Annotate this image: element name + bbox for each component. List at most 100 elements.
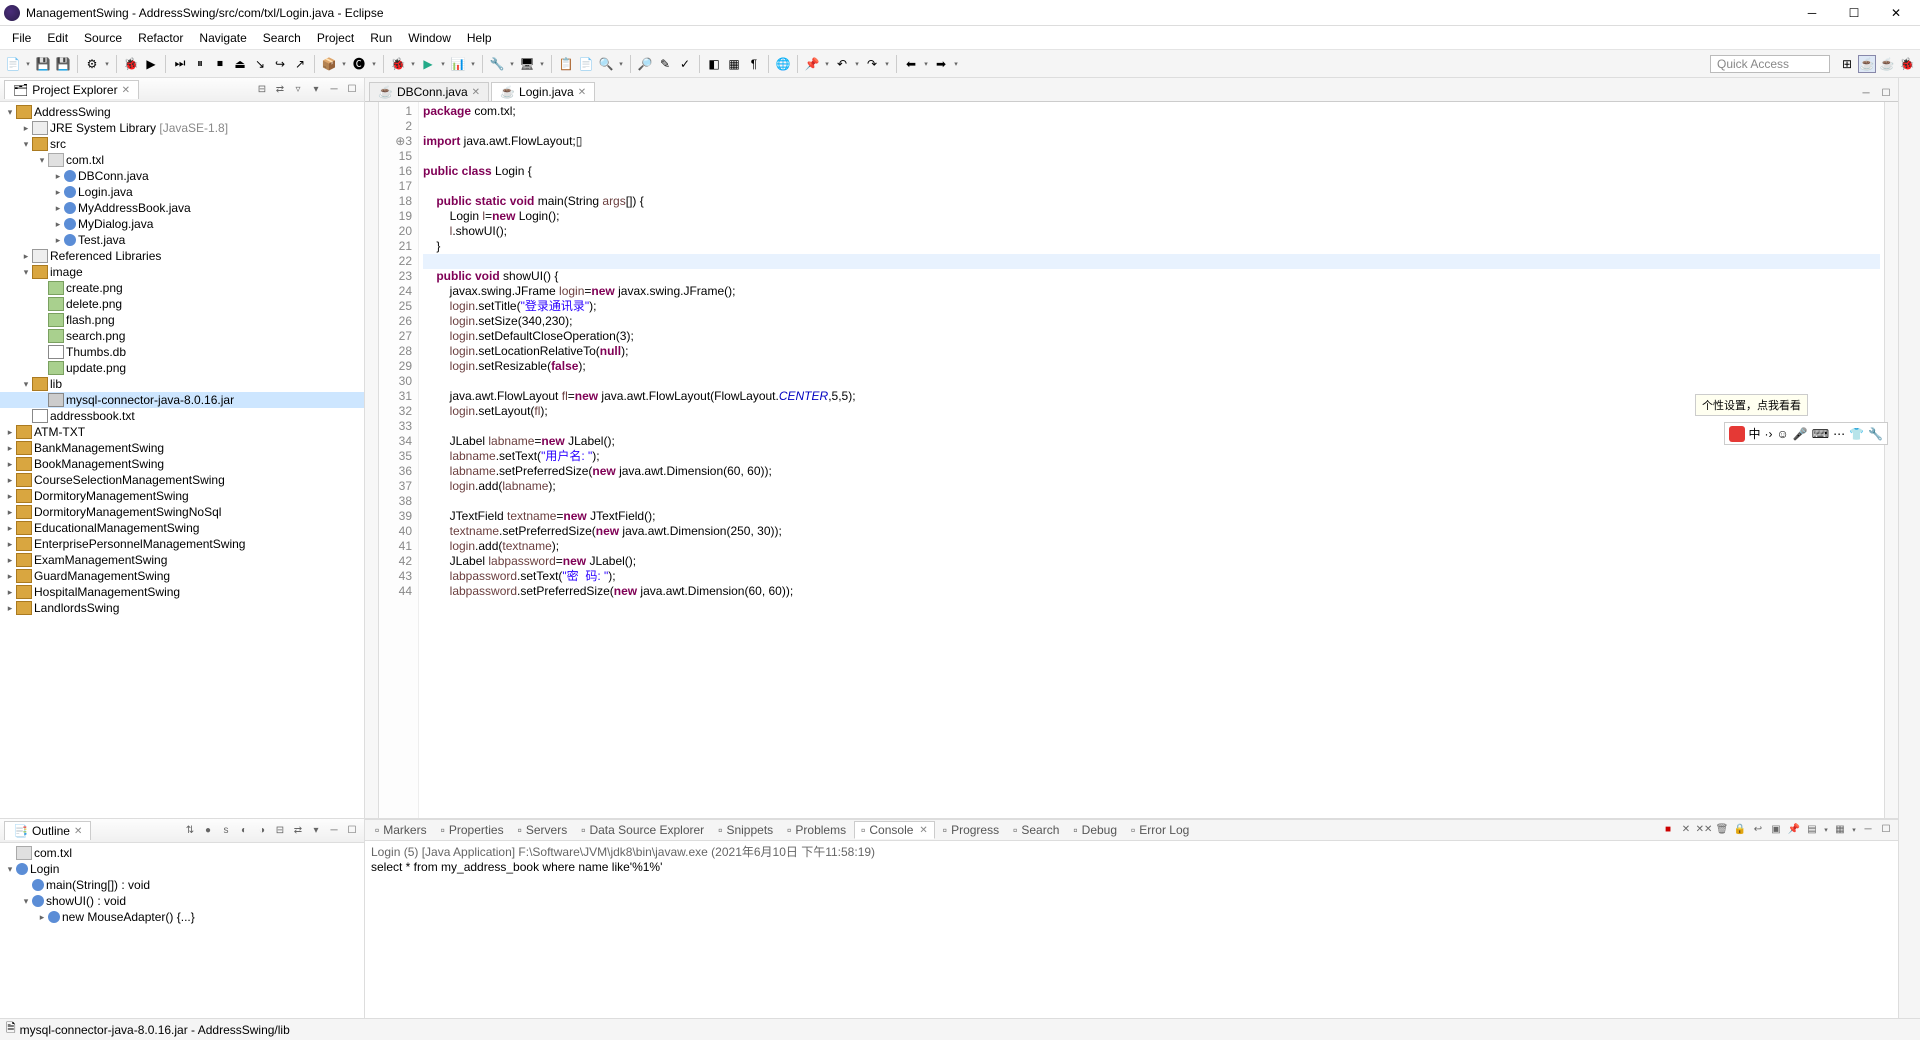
toggle-whitespace-icon[interactable]: ¶ xyxy=(745,55,763,73)
twist-icon[interactable]: ▸ xyxy=(52,187,64,198)
code-line[interactable]: public static void main(String args[]) { xyxy=(423,194,1880,209)
save-icon[interactable]: 💾 xyxy=(34,55,52,73)
code-line[interactable]: l.showUI(); xyxy=(423,224,1880,239)
code-line[interactable]: login.setResizable(false); xyxy=(423,359,1880,374)
twist-icon[interactable]: ▾ xyxy=(4,107,16,118)
tree-item[interactable]: ▸new MouseAdapter() {...} xyxy=(0,909,364,925)
project-explorer-tab[interactable]: 🗂 Project Explorer ✕ xyxy=(4,80,139,99)
editor-body[interactable]: 12⊕3151617181920212223242526272829303132… xyxy=(365,102,1898,818)
code-line[interactable]: login.setLayout(fl); xyxy=(423,404,1880,419)
twist-icon[interactable]: ▸ xyxy=(52,219,64,230)
editor-tab[interactable]: ☕DBConn.java✕ xyxy=(369,82,489,101)
twist-icon[interactable]: ▸ xyxy=(4,555,16,566)
step-return-icon[interactable]: ↗ xyxy=(291,55,309,73)
min-console-icon[interactable]: ─ xyxy=(1860,821,1876,837)
tree-item[interactable]: ▸JRE System Library [JavaSE-1.8] xyxy=(0,120,364,136)
new-xml-icon[interactable]: 📋 xyxy=(557,55,575,73)
maximize-outline-icon[interactable]: ☐ xyxy=(344,823,360,839)
debug-perspective-icon[interactable]: 🐞 xyxy=(1898,55,1916,73)
max-console-icon[interactable]: ☐ xyxy=(1878,821,1894,837)
view-menu-icon[interactable]: ▾ xyxy=(308,82,324,98)
tree-item[interactable]: ▸EnterprisePersonnelManagementSwing xyxy=(0,536,364,552)
menu-file[interactable]: File xyxy=(4,29,39,47)
suspend-icon[interactable]: ⏸ xyxy=(191,55,209,73)
outline-tree[interactable]: com.txl▾Loginmain(String[]) : void▾showU… xyxy=(0,843,364,1018)
twist-icon[interactable]: ▸ xyxy=(4,459,16,470)
twist-icon[interactable]: ▸ xyxy=(4,475,16,486)
menu-search[interactable]: Search xyxy=(255,29,309,47)
new-server-icon[interactable]: 🖥 xyxy=(518,55,536,73)
console-body[interactable]: Login (5) [Java Application] F:\Software… xyxy=(365,841,1898,1018)
close-view-icon[interactable]: ✕ xyxy=(122,85,130,96)
code-line[interactable]: public void showUI() { xyxy=(423,269,1880,284)
code-line[interactable]: java.awt.FlowLayout fl=new java.awt.Flow… xyxy=(423,389,1880,404)
tree-item[interactable]: ▾AddressSwing xyxy=(0,104,364,120)
search-icon[interactable]: 🔎 xyxy=(636,55,654,73)
ime-more-icon[interactable]: ⋯ xyxy=(1833,427,1845,441)
tree-item[interactable]: ▸MyDialog.java xyxy=(0,216,364,232)
code-line[interactable] xyxy=(423,419,1880,434)
java-perspective-icon[interactable]: ☕ xyxy=(1878,55,1896,73)
twist-icon[interactable]: ▾ xyxy=(36,155,48,166)
code-line[interactable]: public class Login { xyxy=(423,164,1880,179)
word-wrap-icon[interactable]: ↩ xyxy=(1750,821,1766,837)
java-ee-perspective-icon[interactable]: ☕ xyxy=(1858,55,1876,73)
twist-icon[interactable]: ▸ xyxy=(20,251,32,262)
menu-edit[interactable]: Edit xyxy=(39,29,76,47)
code-line[interactable]: JTextField textname=new JTextField(); xyxy=(423,509,1880,524)
tree-item[interactable]: ▸DormitoryManagementSwing xyxy=(0,488,364,504)
close-view-icon[interactable]: ✕ xyxy=(919,825,927,836)
tree-item[interactable]: update.png xyxy=(0,360,364,376)
code-line[interactable] xyxy=(423,119,1880,134)
annotate-icon[interactable]: ✎ xyxy=(656,55,674,73)
remove-launch-icon[interactable]: ✕ xyxy=(1678,821,1694,837)
code-line[interactable]: login.setSize(340,230); xyxy=(423,314,1880,329)
ime-toolbar[interactable]: 中 ·› ☺ 🎤 ⌨ ⋯ 👕 🔧 xyxy=(1724,422,1888,445)
next-edit-icon[interactable]: ↷ xyxy=(863,55,881,73)
prev-edit-icon[interactable]: ↶ xyxy=(833,55,851,73)
code-line[interactable]: JLabel labpassword=new JLabel(); xyxy=(423,554,1880,569)
menu-run[interactable]: Run xyxy=(362,29,400,47)
tree-item[interactable]: main(String[]) : void xyxy=(0,877,364,893)
view-tab-problems[interactable]: ▫Problems xyxy=(781,822,852,838)
twist-icon[interactable]: ▸ xyxy=(36,912,48,923)
hide-static-icon[interactable]: s xyxy=(218,823,234,839)
ime-emoji-icon[interactable]: ☺ xyxy=(1777,427,1789,441)
save-all-icon[interactable]: 💾 xyxy=(54,55,72,73)
ime-voice-icon[interactable]: 🎤 xyxy=(1793,427,1808,441)
open-type-icon[interactable]: 🔍 xyxy=(597,55,615,73)
close-tab-icon[interactable]: ✕ xyxy=(578,87,586,98)
tree-item[interactable]: ▾src xyxy=(0,136,364,152)
tree-item[interactable]: Thumbs.db xyxy=(0,344,364,360)
tree-item[interactable]: create.png xyxy=(0,280,364,296)
code-line[interactable]: Login l=new Login(); xyxy=(423,209,1880,224)
clear-console-icon[interactable]: 🗑 xyxy=(1714,821,1730,837)
view-tab-console[interactable]: ▫Console✕ xyxy=(854,821,935,839)
twist-icon[interactable]: ▸ xyxy=(4,587,16,598)
line-number-gutter[interactable]: 12⊕3151617181920212223242526272829303132… xyxy=(379,102,419,818)
ext-tools-icon[interactable]: 🔧 xyxy=(488,55,506,73)
twist-icon[interactable]: ▸ xyxy=(52,235,64,246)
menu-window[interactable]: Window xyxy=(400,29,459,47)
new-class-icon[interactable]: 🅒 xyxy=(350,55,368,73)
toggle-block-icon[interactable]: ▦ xyxy=(725,55,743,73)
ime-keyboard-icon[interactable]: ⌨ xyxy=(1812,427,1829,441)
hide-local-icon[interactable]: ◑ xyxy=(254,823,270,839)
tree-item[interactable]: ▸EducationalManagementSwing xyxy=(0,520,364,536)
twist-icon[interactable]: ▸ xyxy=(4,427,16,438)
close-outline-icon[interactable]: ✕ xyxy=(74,826,82,837)
back-icon[interactable]: ⬅ xyxy=(902,55,920,73)
tree-item[interactable]: ▸DormitoryManagementSwingNoSql xyxy=(0,504,364,520)
hide-nonpublic-icon[interactable]: ◐ xyxy=(236,823,252,839)
disconnect-icon[interactable]: ⏏ xyxy=(231,55,249,73)
step-into-icon[interactable]: ↘ xyxy=(251,55,269,73)
stop-icon[interactable]: ⏹ xyxy=(211,55,229,73)
task-icon[interactable]: ✓ xyxy=(676,55,694,73)
menu-help[interactable]: Help xyxy=(459,29,500,47)
tree-item[interactable]: ▸HospitalManagementSwing xyxy=(0,584,364,600)
ime-skin-icon[interactable]: 👕 xyxy=(1849,427,1864,441)
code-line[interactable] xyxy=(423,254,1880,269)
pin-console-icon[interactable]: 📌 xyxy=(1786,821,1802,837)
new-drop-icon[interactable]: ▾ xyxy=(24,55,32,73)
minimize-view-icon[interactable]: ─ xyxy=(326,82,342,98)
